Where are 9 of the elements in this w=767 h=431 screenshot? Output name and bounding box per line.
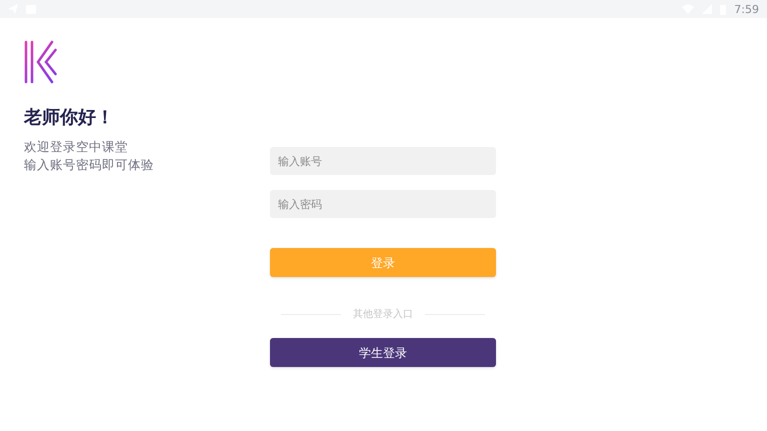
greeting-line: 输入账号密码即可体验 [24,156,155,174]
password-field[interactable]: 输入密码 [270,190,496,218]
divider-label: 其他登录入口 [353,308,413,322]
account-field[interactable]: 输入账号 [270,147,496,175]
student-login-button[interactable]: 学生登录 [270,338,496,367]
logo-icon [24,40,57,84]
greeting-line: 欢迎登录空中课堂 [24,138,129,156]
greeting-title: 老师你好！ [24,106,115,130]
clock-time: 7:59 [734,4,759,14]
